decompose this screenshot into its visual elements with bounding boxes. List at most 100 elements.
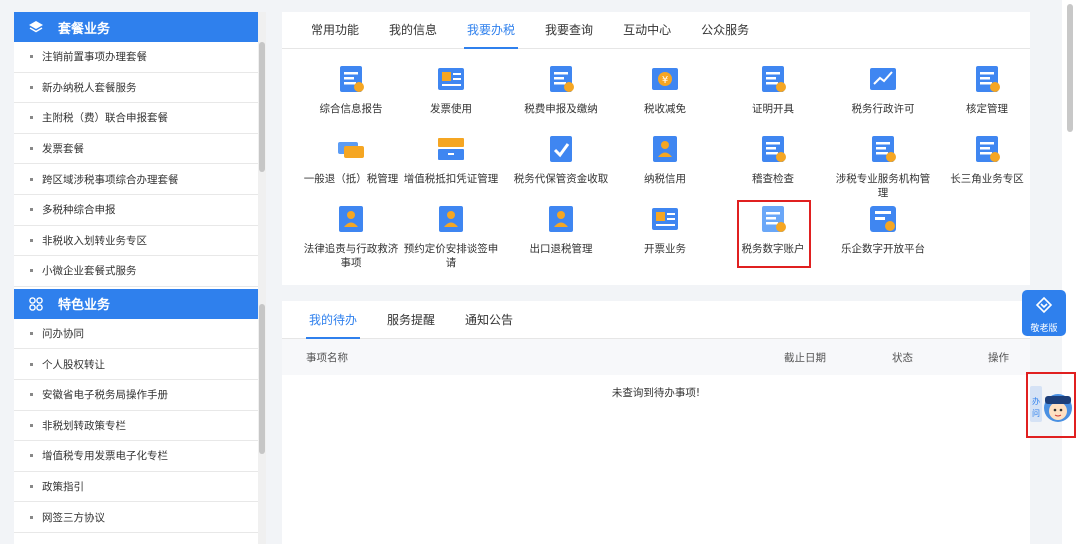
- sidebar-item[interactable]: 非税划转政策专栏: [14, 411, 258, 442]
- service-item[interactable]: 核定管理: [936, 62, 1038, 116]
- sidebar-item[interactable]: 新办纳税人套餐服务: [14, 73, 258, 104]
- top-tab[interactable]: 我要办税: [452, 12, 530, 49]
- pricing-icon: [439, 206, 463, 232]
- service-item[interactable]: 开票业务: [614, 202, 716, 256]
- top-tab[interactable]: 互动中心: [608, 12, 686, 48]
- sidebar-item[interactable]: 主附税（费）联合申报套餐: [14, 103, 258, 134]
- open-platform-icon: [870, 206, 896, 232]
- sidebar-item[interactable]: 多税种综合申报: [14, 195, 258, 226]
- sidebar-item[interactable]: 发票套餐: [14, 134, 258, 165]
- top-tab[interactable]: 常用功能: [296, 12, 374, 48]
- refund-icon: [338, 142, 364, 158]
- service-item[interactable]: 出口退税管理: [510, 202, 612, 256]
- sidebar-section-special[interactable]: 特色业务: [14, 288, 258, 319]
- sidebar-item-label: 非税划转政策专栏: [42, 419, 126, 432]
- service-item[interactable]: ¥ 税收减免: [614, 62, 716, 116]
- sidebar-list-package: 注销前置事项办理套餐新办纳税人套餐服务主附税（费）联合申报套餐发票套餐 跨区域涉税…: [14, 42, 266, 287]
- column-header-action: 操作: [988, 351, 1009, 364]
- service-item-label: 乐企数字开放平台: [841, 243, 925, 255]
- assistant-avatar-icon: 办 问: [1030, 386, 1072, 422]
- service-item-label: 发票使用: [430, 103, 472, 115]
- service-item[interactable]: 稽查检查: [722, 132, 824, 186]
- export-refund-icon: [549, 206, 573, 232]
- service-item[interactable]: 税务代保管资金收取: [510, 132, 612, 186]
- billing-icon: [652, 208, 678, 230]
- sidebar-item-label: 安徽省电子税务局操作手册: [42, 389, 168, 402]
- bullet-icon: [30, 55, 33, 59]
- sidebar-item[interactable]: 网签三方协议: [14, 502, 258, 533]
- sidebar-item-label: 政策指引: [42, 481, 84, 494]
- column-header-deadline: 截止日期: [784, 351, 826, 364]
- column-header-status: 状态: [892, 351, 913, 364]
- sidebar-item-label: 注销前置事项办理套餐: [42, 51, 147, 64]
- todo-panel: 我的待办 服务提醒 通知公告 事项名称 截止日期 状态 操作 未查询到待办事项!: [282, 301, 1030, 544]
- service-item[interactable]: 税务行政许可: [832, 62, 934, 116]
- yangtze-icon: [976, 136, 1000, 162]
- service-item[interactable]: 涉税专业服务机构管理: [832, 132, 934, 200]
- table-header: 事项名称 截止日期 状态 操作: [282, 339, 1030, 375]
- sidebar-item[interactable]: 跨区域涉税事项综合办理套餐: [14, 164, 258, 195]
- license-chart-icon: [870, 68, 896, 90]
- bottom-tab[interactable]: 我的待办: [294, 301, 372, 339]
- sidebar-item-label: 多税种综合申报: [42, 204, 116, 217]
- bullet-icon: [30, 116, 33, 120]
- sidebar-scrollbar-thumb[interactable]: [259, 42, 265, 172]
- sidebar-item[interactable]: 小微企业套餐式服务: [14, 256, 258, 287]
- bottom-tab[interactable]: 服务提醒: [372, 301, 450, 338]
- bullet-icon: [30, 85, 33, 89]
- top-tab[interactable]: 我的信息: [374, 12, 452, 48]
- bottom-tabs: 我的待办 服务提醒 通知公告: [282, 301, 1030, 339]
- invoice-icon: [438, 68, 464, 90]
- service-item[interactable]: 证明开具: [722, 62, 824, 116]
- service-item-label: 法律追责与行政救济事项: [303, 243, 399, 269]
- sidebar-item-label: 主附税（费）联合申报套餐: [42, 112, 168, 125]
- sidebar-item[interactable]: 非税收入划转业务专区: [14, 226, 258, 257]
- service-item-label: 涉税专业服务机构管理: [835, 173, 931, 199]
- service-item[interactable]: 综合信息报告: [300, 62, 402, 116]
- service-item[interactable]: 一般退（抵）税管理: [300, 132, 402, 186]
- service-item[interactable]: 乐企数字开放平台: [832, 202, 934, 256]
- sidebar-item-label: 问办协同: [42, 328, 84, 341]
- bullet-icon: [30, 238, 33, 242]
- bottom-tab[interactable]: 通知公告: [450, 301, 528, 338]
- top-tab[interactable]: 公众服务: [686, 12, 764, 48]
- credit-icon: [653, 136, 677, 162]
- sidebar-item[interactable]: 增值税专用发票电子化专栏: [14, 441, 258, 472]
- sidebar-item[interactable]: 注销前置事项办理套餐: [14, 42, 258, 73]
- bullet-icon: [30, 515, 33, 519]
- service-item[interactable]: 发票使用: [400, 62, 502, 116]
- sidebar-item[interactable]: 问办协同: [14, 319, 258, 350]
- service-item[interactable]: 增值税抵扣凭证管理: [400, 132, 502, 186]
- service-item[interactable]: 预约定价安排谈签申请: [400, 202, 502, 270]
- service-item[interactable]: 长三角业务专区: [936, 132, 1038, 186]
- service-item-label: 税务行政许可: [851, 103, 915, 115]
- sidebar-scrollbar[interactable]: [258, 12, 266, 544]
- assistant-label-char-2: 问: [1032, 409, 1040, 418]
- service-item[interactable]: 税费申报及缴纳: [510, 62, 612, 116]
- top-tab[interactable]: 我要查询: [530, 12, 608, 48]
- sidebar-list-special: 问办协同个人股权转让安徽省电子税务局操作手册 非税划转政策专栏增值税专用发票电子化…: [14, 319, 266, 533]
- sidebar-scrollbar-thumb[interactable]: [259, 304, 265, 454]
- bullet-icon: [30, 208, 33, 212]
- certificate-icon: [762, 66, 786, 92]
- bullet-icon: [30, 269, 33, 273]
- service-item[interactable]: 纳税信用: [614, 132, 716, 186]
- elder-mode-button[interactable]: 敬老版: [1022, 290, 1066, 336]
- page-scrollbar-thumb[interactable]: [1067, 4, 1073, 132]
- grid-icon: [28, 296, 44, 312]
- service-item[interactable]: 法律追责与行政救济事项: [300, 202, 402, 270]
- report-icon: [340, 66, 364, 92]
- sidebar-item[interactable]: 安徽省电子税务局操作手册: [14, 380, 258, 411]
- service-item-label: 开票业务: [644, 243, 686, 255]
- sidebar-item[interactable]: 政策指引: [14, 472, 258, 503]
- sidebar-section-package[interactable]: 套餐业务: [14, 12, 258, 42]
- sidebar-item[interactable]: 个人股权转让: [14, 349, 258, 380]
- bullet-icon: [30, 393, 33, 397]
- page-scrollbar[interactable]: [1062, 0, 1080, 544]
- bullet-icon: [30, 362, 33, 366]
- service-panel: 常用功能 我的信息 我要办税 我要查询 互动中心 公众服务 综合信息报告 发票使用 税费申报及…: [282, 12, 1030, 285]
- heart-hand-icon: [1035, 296, 1053, 314]
- assistant-button[interactable]: 办 问: [1026, 372, 1076, 438]
- service-item-label: 长三角业务专区: [950, 173, 1024, 185]
- drawer-icon: [438, 138, 464, 160]
